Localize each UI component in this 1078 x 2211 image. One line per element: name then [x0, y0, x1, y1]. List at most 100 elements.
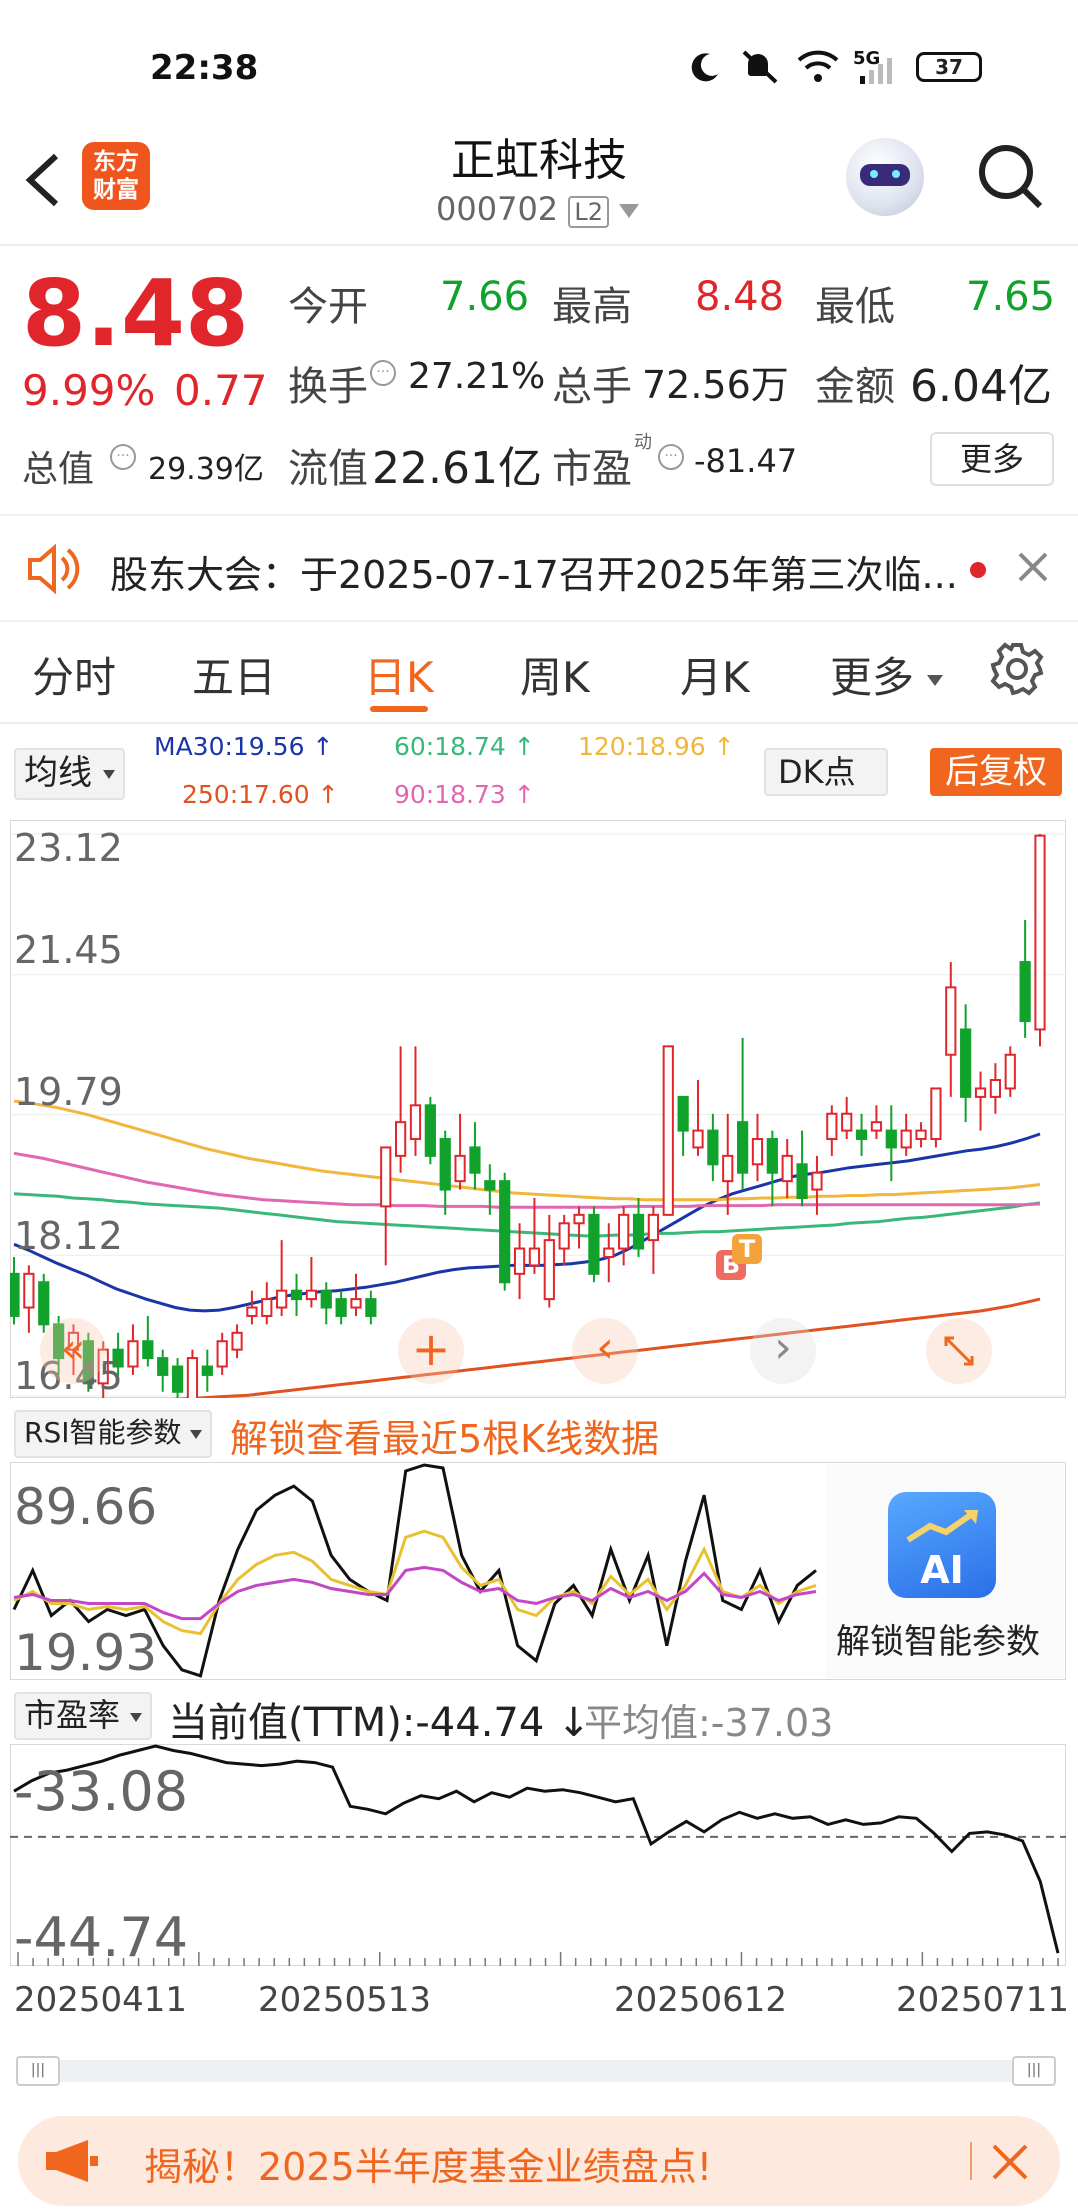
status-time: 22:38	[150, 48, 259, 88]
level-badge: L2	[568, 196, 609, 228]
expand-icon[interactable]	[926, 1318, 992, 1384]
notice-bar[interactable]: 股东大会：于2025-07-17召开2025年第三次临...	[0, 514, 1078, 622]
candle	[855, 1129, 868, 1141]
candle	[320, 1289, 332, 1309]
wifi-icon	[797, 50, 839, 88]
ma-selector[interactable]: 均线	[14, 748, 125, 800]
rsi-line-3	[13, 1565, 817, 1621]
candle	[10, 1272, 20, 1317]
candle	[142, 1340, 154, 1360]
candle	[692, 1129, 704, 1149]
open-label: 今开	[288, 284, 368, 330]
candle	[915, 1129, 927, 1141]
promo-banner[interactable]: 揭秘！2025半年度基金业绩盘点!	[18, 2116, 1060, 2206]
ma-line-250	[173, 1297, 1041, 1398]
candle	[246, 1306, 258, 1317]
candle	[335, 1298, 347, 1317]
amount-label: 金额	[815, 364, 895, 410]
close-icon[interactable]	[990, 2142, 1030, 2186]
period-tabs: 分时 五日 日K 周K 月K 更多	[0, 620, 1078, 724]
ma-selector-label: 均线	[24, 753, 92, 793]
ytick-23.12: 23.12	[14, 826, 123, 870]
ai-unlock-panel[interactable]: AI 解锁智能参数	[826, 1464, 1064, 1678]
scroll-left-fast-button[interactable]: «	[40, 1318, 106, 1384]
candle	[171, 1365, 184, 1393]
ai-icon-label: AI	[920, 1548, 964, 1592]
candle	[380, 1146, 392, 1208]
trade-marker-t[interactable]: T	[732, 1234, 762, 1264]
close-icon[interactable]	[1016, 550, 1050, 588]
gear-icon[interactable]	[988, 640, 1046, 702]
candle	[1004, 1053, 1016, 1090]
caret-down-icon	[190, 1429, 203, 1439]
pe-ytick-top: -33.08	[14, 1760, 189, 1823]
tab-monthly-k[interactable]: 月K	[680, 644, 750, 705]
date-label: 20250411	[14, 1980, 188, 2020]
battery-icon: 37	[916, 52, 982, 82]
ytick-18.12: 18.12	[14, 1214, 123, 1258]
tab-intraday[interactable]: 分时	[32, 644, 116, 705]
candle	[528, 1247, 541, 1267]
candle	[231, 1331, 243, 1351]
candle	[722, 1154, 734, 1183]
high-value: 8.48	[695, 274, 785, 320]
pe-selector-label: 市盈率	[24, 1696, 121, 1734]
tab-weekly-k[interactable]: 周K	[520, 644, 590, 705]
adjust-button[interactable]: 后复权	[930, 748, 1062, 796]
candle	[588, 1213, 600, 1275]
candle	[201, 1365, 213, 1376]
signal-icon	[858, 56, 896, 90]
candle	[796, 1163, 808, 1199]
megaphone-icon	[44, 2140, 104, 2186]
robot-avatar-icon[interactable]	[846, 138, 924, 216]
dk-button[interactable]: DK点	[764, 748, 888, 796]
ma30-label: MA30:19.56 ↑	[154, 732, 334, 761]
candle	[900, 1129, 912, 1149]
tab-more[interactable]: 更多	[830, 644, 944, 705]
search-icon[interactable]	[974, 140, 1046, 216]
candle	[365, 1298, 377, 1317]
candlestick-chart[interactable]	[10, 820, 1066, 1398]
candle	[811, 1171, 823, 1191]
rsi-selector[interactable]: RSI智能参数	[14, 1410, 213, 1458]
candle	[484, 1180, 496, 1191]
turnover-label: 换手	[288, 364, 368, 410]
high-label: 最高	[552, 284, 632, 330]
scroll-left-button[interactable]: ‹	[572, 1318, 638, 1384]
candle	[618, 1213, 630, 1250]
candle	[766, 1138, 778, 1174]
candle	[632, 1213, 645, 1250]
range-scrollbar[interactable]: ||| |||	[16, 2056, 1056, 2086]
candle	[439, 1138, 451, 1191]
scroll-right-button[interactable]: ›	[750, 1318, 816, 1384]
candle	[870, 1121, 883, 1132]
notice-text: 股东大会：于2025-07-17召开2025年第三次临...	[110, 553, 958, 597]
candle	[409, 1104, 422, 1141]
tab-five-day[interactable]: 五日	[192, 644, 276, 705]
stock-code-selector[interactable]: 000702 L2	[436, 190, 640, 228]
rsi-unlock-link[interactable]: 解锁查看最近5根K线数据	[230, 1408, 659, 1463]
candle	[276, 1289, 288, 1309]
candle	[826, 1112, 838, 1141]
info-icon[interactable]: ···	[658, 444, 684, 470]
range-handle-right[interactable]: |||	[1012, 2056, 1056, 2086]
range-handle-left[interactable]: |||	[16, 2056, 60, 2086]
candle	[216, 1340, 228, 1368]
candle	[1034, 834, 1046, 1031]
info-icon[interactable]: ···	[110, 444, 136, 470]
more-button[interactable]: 更多	[930, 432, 1054, 486]
candle	[677, 1095, 689, 1132]
last-price: 8.48	[22, 260, 249, 367]
pe-selector[interactable]: 市盈率	[14, 1692, 153, 1740]
caret-down-icon	[102, 770, 115, 779]
candle	[558, 1222, 570, 1250]
candle	[394, 1121, 407, 1157]
info-icon[interactable]: ···	[370, 360, 396, 386]
date-label: 20250612	[614, 1980, 788, 2020]
ai-icon: AI	[888, 1492, 996, 1598]
rsi-ytick-bottom: 19.93	[14, 1624, 158, 1682]
ytick-21.45: 21.45	[14, 928, 123, 972]
zoom-in-button[interactable]: +	[398, 1318, 464, 1384]
tab-daily-k[interactable]: 日K	[364, 644, 434, 705]
candle	[261, 1298, 273, 1317]
